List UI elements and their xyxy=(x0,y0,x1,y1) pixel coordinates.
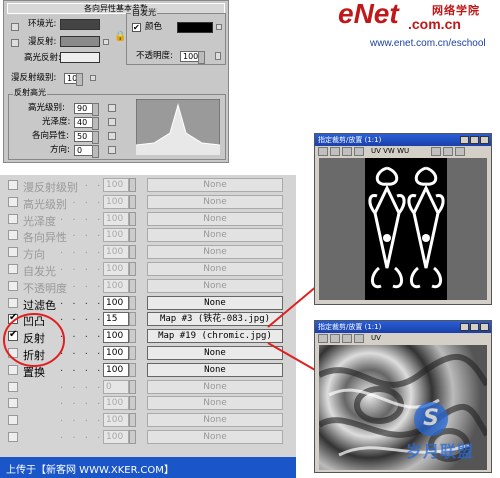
viewer-bottom-tool-3[interactable] xyxy=(342,334,352,343)
viewer-top-channels[interactable]: UV VW WU xyxy=(371,147,409,155)
viewer-bottom-tool-1[interactable] xyxy=(318,334,328,343)
viewer-top-tool-3[interactable] xyxy=(342,147,352,156)
bitmap-viewer-top: 指定裁剪/放置 (1:1) UV VW WU xyxy=(314,133,492,305)
footer-bar: 上传于【新客网 WWW.XKER.COM】 xyxy=(0,457,296,478)
viewer-bottom-max-button[interactable] xyxy=(470,323,479,331)
viewer-bottom-channels[interactable]: UV xyxy=(371,334,381,342)
viewer-bottom-close-button[interactable] xyxy=(480,323,489,331)
viewer-bottom-tool-4[interactable] xyxy=(354,334,364,343)
viewer-top-close-button[interactable] xyxy=(480,136,489,144)
iron-flower-texture xyxy=(365,158,447,300)
viewer-top-max-button[interactable] xyxy=(470,136,479,144)
viewer-top-tool-5[interactable] xyxy=(431,147,441,156)
viewer-top-min-button[interactable] xyxy=(460,136,469,144)
viewer-bottom-tool-2[interactable] xyxy=(330,334,340,343)
footer-text: 上传于【新客网 WWW.XKER.COM】 xyxy=(6,465,174,476)
viewer-top-canvas xyxy=(319,158,487,300)
viewer-top-tool-6[interactable] xyxy=(443,147,453,156)
viewer-top-tool-2[interactable] xyxy=(330,147,340,156)
viewer-top-tool-1[interactable] xyxy=(318,147,328,156)
viewer-bottom-min-button[interactable] xyxy=(460,323,469,331)
viewer-top-tool-4[interactable] xyxy=(354,147,364,156)
watermark: S 岁月联盟 xyxy=(396,398,500,462)
viewer-top-tool-7[interactable] xyxy=(455,147,465,156)
watermark-text: 岁月联盟 xyxy=(406,442,475,461)
watermark-s-icon: S xyxy=(414,402,448,436)
